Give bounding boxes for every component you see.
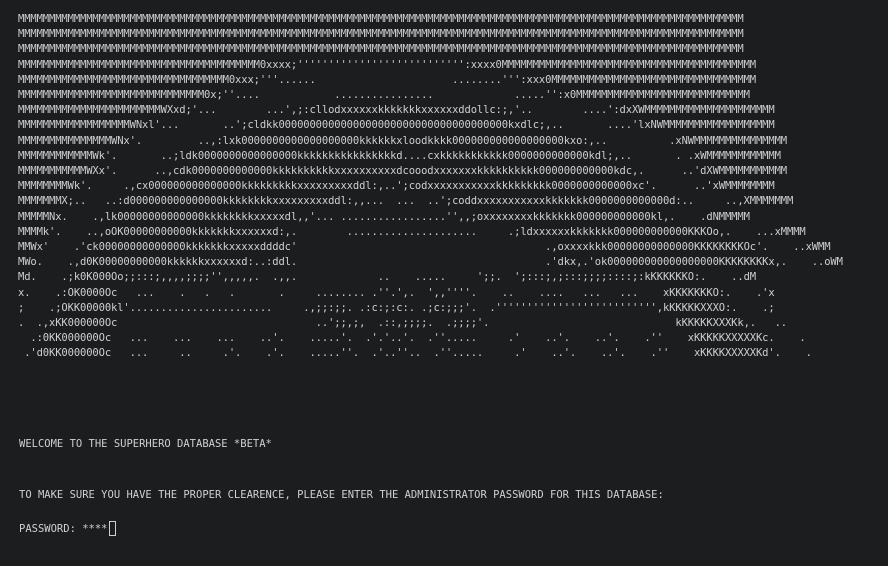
welcome-message: WELCOME TO THE SUPERHERO DATABASE *BETA* bbox=[19, 438, 272, 450]
terminal-window: MMMMMMMMMMMMMMMMMMMMMMMMMMMMMMMMMMMMMMMM… bbox=[0, 0, 888, 566]
clearance-instruction: TO MAKE SURE YOU HAVE THE PROPER CLEAREN… bbox=[19, 489, 664, 501]
password-input[interactable]: **** bbox=[82, 522, 107, 536]
password-label: PASSWORD: bbox=[19, 522, 83, 535]
text-cursor bbox=[108, 521, 116, 536]
ascii-art-banner: MMMMMMMMMMMMMMMMMMMMMMMMMMMMMMMMMMMMMMMM… bbox=[18, 13, 843, 360]
password-prompt-row[interactable]: PASSWORD: **** bbox=[19, 521, 116, 536]
